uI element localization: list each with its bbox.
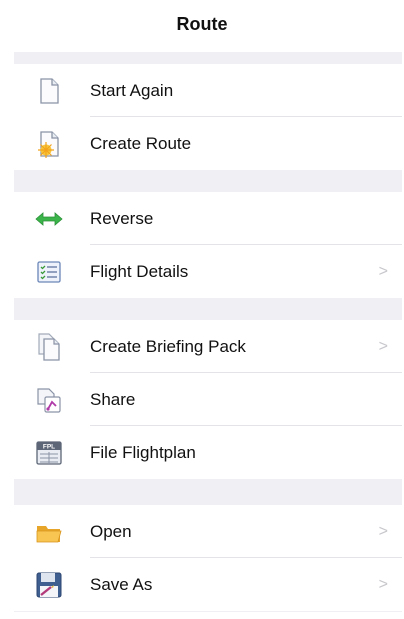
reverse-arrows-icon [34, 204, 64, 234]
save-as-item[interactable]: Save As > [14, 558, 402, 611]
route-menu-screen: Route Start Again Create Route Reverse F… [0, 0, 404, 619]
reverse-label: Reverse [90, 208, 154, 228]
share-label: Share [90, 389, 136, 409]
fpl-icon-text: FPL [43, 444, 55, 451]
create-route-item[interactable]: Create Route [14, 117, 402, 170]
create-route-label: Create Route [90, 133, 192, 153]
reverse-item[interactable]: Reverse [14, 192, 402, 245]
folder-icon [34, 517, 64, 547]
blank-document-icon [34, 76, 64, 106]
flight-details-label: Flight Details [90, 261, 189, 281]
new-document-icon [34, 129, 64, 159]
documents-icon [34, 332, 64, 362]
fpl-form-icon: FPL [34, 438, 64, 468]
start-again-label: Start Again [90, 80, 174, 100]
chevron-right-icon: > [378, 576, 388, 593]
share-item[interactable]: Share [14, 373, 402, 426]
chevron-right-icon: > [378, 338, 388, 355]
page-title: Route [176, 14, 228, 34]
checklist-icon [34, 257, 64, 287]
chevron-right-icon: > [378, 523, 388, 540]
save-disk-icon [34, 570, 64, 600]
chevron-right-icon: > [378, 263, 388, 280]
create-briefing-pack-label: Create Briefing Pack [90, 336, 246, 356]
share-document-icon [34, 385, 64, 415]
save-as-label: Save As [90, 574, 153, 594]
file-flightplan-item[interactable]: FPL File Flightplan [14, 426, 402, 479]
start-again-item[interactable]: Start Again [14, 64, 402, 117]
flight-details-item[interactable]: Flight Details > [14, 245, 402, 298]
create-briefing-pack-item[interactable]: Create Briefing Pack > [14, 320, 402, 373]
file-flightplan-label: File Flightplan [90, 442, 196, 462]
open-item[interactable]: Open > [14, 505, 402, 558]
open-label: Open [90, 521, 132, 541]
menu-panel: Start Again Create Route Reverse Flight … [14, 52, 402, 612]
